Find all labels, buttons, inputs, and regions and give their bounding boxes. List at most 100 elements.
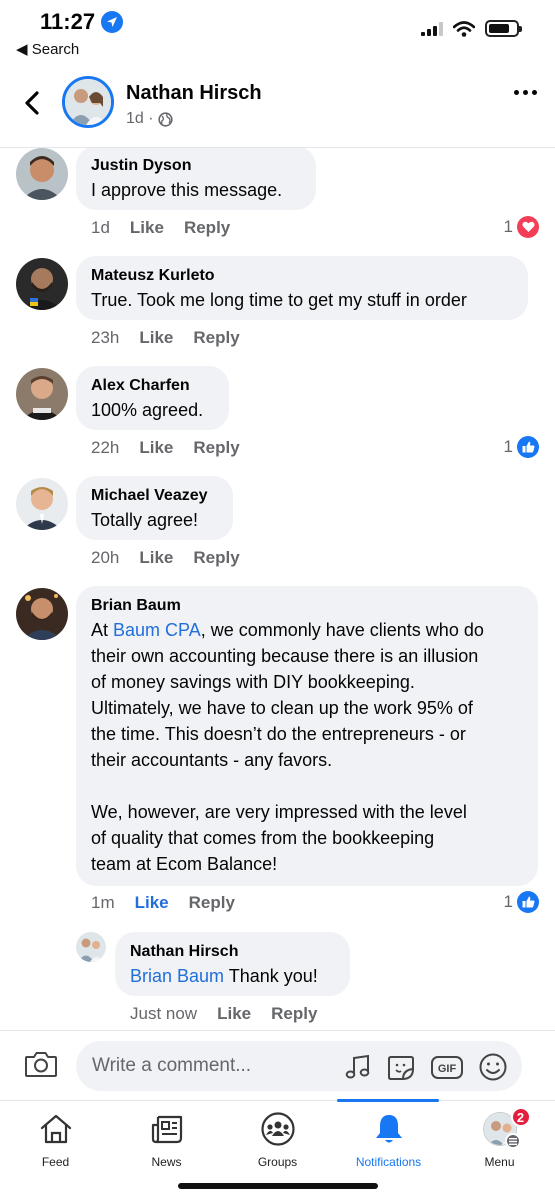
comment-actions: 22h Like Reply <box>91 438 240 458</box>
comment-text-line: We, however, are very impressed with the… <box>91 802 467 822</box>
comment-composer: GIF <box>0 1030 555 1100</box>
back-to-search-label: Search <box>31 41 80 58</box>
reply-text-line: Brian Baum Thank you! <box>130 963 335 989</box>
tab-news[interactable]: News <box>111 1101 222 1179</box>
more-options-icon[interactable] <box>514 90 537 95</box>
reaction-count: 1 <box>503 217 513 236</box>
reply-button[interactable]: Reply <box>189 893 235 913</box>
comment-text-line: of quality that comes from the bookkeepi… <box>91 828 435 848</box>
gif-icon[interactable]: GIF <box>430 1053 464 1081</box>
like-button[interactable]: Like <box>139 438 173 458</box>
reply-button[interactable]: Reply <box>271 1004 317 1024</box>
like-button[interactable]: Like <box>130 218 164 238</box>
news-icon <box>151 1115 182 1144</box>
commenter-name[interactable]: Michael Veazey <box>91 485 218 507</box>
reply-avatar[interactable] <box>76 932 106 962</box>
reply-actions: Just now Like Reply <box>130 1004 317 1024</box>
tab-groups[interactable]: Groups <box>222 1101 333 1179</box>
tab-menu[interactable]: 2 Menu <box>444 1101 555 1179</box>
comment-bubble[interactable]: Brian Baum At Baum CPA, we commonly have… <box>76 586 538 886</box>
back-triangle-icon: ◀ <box>16 41 28 58</box>
mention-link[interactable]: Baum CPA <box>113 620 201 640</box>
comments-list: Justin Dyson I approve this message. 1d … <box>0 148 555 1030</box>
music-note-icon[interactable] <box>344 1053 372 1081</box>
reply-button[interactable]: Reply <box>193 328 239 348</box>
emoji-icon[interactable] <box>478 1052 508 1082</box>
tab-label: Groups <box>257 1155 298 1169</box>
reply-bubble[interactable]: Nathan Hirsch Brian Baum Thank you! <box>115 932 350 996</box>
comment-text-line: their accountants - any favors. <box>91 750 333 770</box>
status-icons <box>421 20 522 37</box>
comment-time: 20h <box>91 548 120 567</box>
comment-input-pill[interactable]: GIF <box>76 1041 522 1091</box>
comment-text-prefix: At <box>91 620 114 640</box>
reply-button[interactable]: Reply <box>193 548 239 568</box>
back-to-search-link[interactable]: ◀ Search <box>16 40 79 58</box>
comment-text: 100% agreed. <box>91 400 204 420</box>
comment-text-blank-line <box>91 773 523 799</box>
comment-bubble[interactable]: Mateusz Kurleto True. Took me long time … <box>76 256 528 320</box>
composer-icons: GIF <box>344 1052 508 1082</box>
like-button[interactable]: Like <box>139 328 173 348</box>
reply-time: Just now <box>130 1004 198 1023</box>
author-avatar[interactable] <box>62 76 114 128</box>
commenter-avatar[interactable] <box>16 368 68 420</box>
tab-notifications[interactable]: Notifications <box>333 1101 444 1179</box>
globe-icon <box>157 111 173 127</box>
commenter-name[interactable]: Justin Dyson <box>91 155 301 177</box>
like-button[interactable]: Like <box>217 1004 251 1024</box>
commenter-avatar[interactable] <box>16 478 68 530</box>
sticker-icon[interactable] <box>386 1053 416 1081</box>
post-age: 1d · <box>126 110 154 127</box>
comment-text: True. Took me long time to get my stuff … <box>91 290 467 310</box>
commenter-name[interactable]: Brian Baum <box>91 595 523 617</box>
reaction-summary[interactable]: 1 <box>504 891 539 913</box>
menu-hamburger-icon <box>504 1133 521 1149</box>
like-button[interactable]: Like <box>135 893 169 913</box>
commenter-avatar[interactable] <box>16 148 68 200</box>
comment-time: 23h <box>91 328 120 347</box>
wifi-icon <box>453 20 475 37</box>
status-bar: 11:27 ◀ Search <box>0 0 555 62</box>
heart-reaction-icon <box>517 216 539 238</box>
commenter-avatar[interactable] <box>16 588 68 640</box>
commenter-name[interactable]: Alex Charfen <box>91 375 214 397</box>
clock: 11:27 <box>40 9 124 35</box>
author-name[interactable]: Nathan Hirsch <box>126 82 262 105</box>
bell-icon <box>375 1115 402 1143</box>
home-indicator <box>178 1183 378 1189</box>
reaction-summary[interactable]: 1 <box>504 436 539 458</box>
commenter-name[interactable]: Mateusz Kurleto <box>91 265 513 287</box>
like-button[interactable]: Like <box>139 548 173 568</box>
comment-bubble[interactable]: Alex Charfen 100% agreed. <box>76 366 229 430</box>
battery-icon <box>485 20 522 37</box>
comment-actions: 20h Like Reply <box>91 548 240 568</box>
reply-button[interactable]: Reply <box>184 218 230 238</box>
groups-icon <box>260 1112 295 1146</box>
commenter-avatar[interactable] <box>16 258 68 310</box>
back-chevron-icon[interactable] <box>18 88 48 118</box>
reply-author-name[interactable]: Nathan Hirsch <box>130 941 335 963</box>
comment-bubble[interactable]: Michael Veazey Totally agree! <box>76 476 233 540</box>
gif-label: GIF <box>438 1063 457 1075</box>
reply-text: Thank you! <box>224 966 318 986</box>
reaction-count: 1 <box>503 892 513 911</box>
comment-text: Totally agree! <box>91 510 199 530</box>
reaction-summary[interactable]: 1 <box>504 216 539 238</box>
tab-label: Feed <box>41 1155 70 1169</box>
home-icon <box>40 1114 71 1144</box>
comment-bubble[interactable]: Justin Dyson I approve this message. <box>76 148 316 210</box>
comment-text-line: Ultimately, we have to clean up the work… <box>91 698 473 718</box>
camera-icon[interactable] <box>24 1049 58 1079</box>
mention-link[interactable]: Brian Baum <box>130 966 224 986</box>
comment-input[interactable] <box>92 1053 322 1079</box>
location-arrow-icon <box>101 11 124 33</box>
comment-text-line: At Baum CPA, we commonly have clients wh… <box>91 617 523 643</box>
tab-label: Menu <box>484 1155 515 1169</box>
post-header: Nathan Hirsch 1d · <box>0 66 555 148</box>
comment-text-line: the time. This doesn’t do the entreprene… <box>91 724 466 744</box>
thumbs-up-reaction-icon <box>517 891 539 913</box>
reaction-count: 1 <box>503 437 513 456</box>
tab-feed[interactable]: Feed <box>0 1101 111 1179</box>
reply-button[interactable]: Reply <box>193 438 239 458</box>
